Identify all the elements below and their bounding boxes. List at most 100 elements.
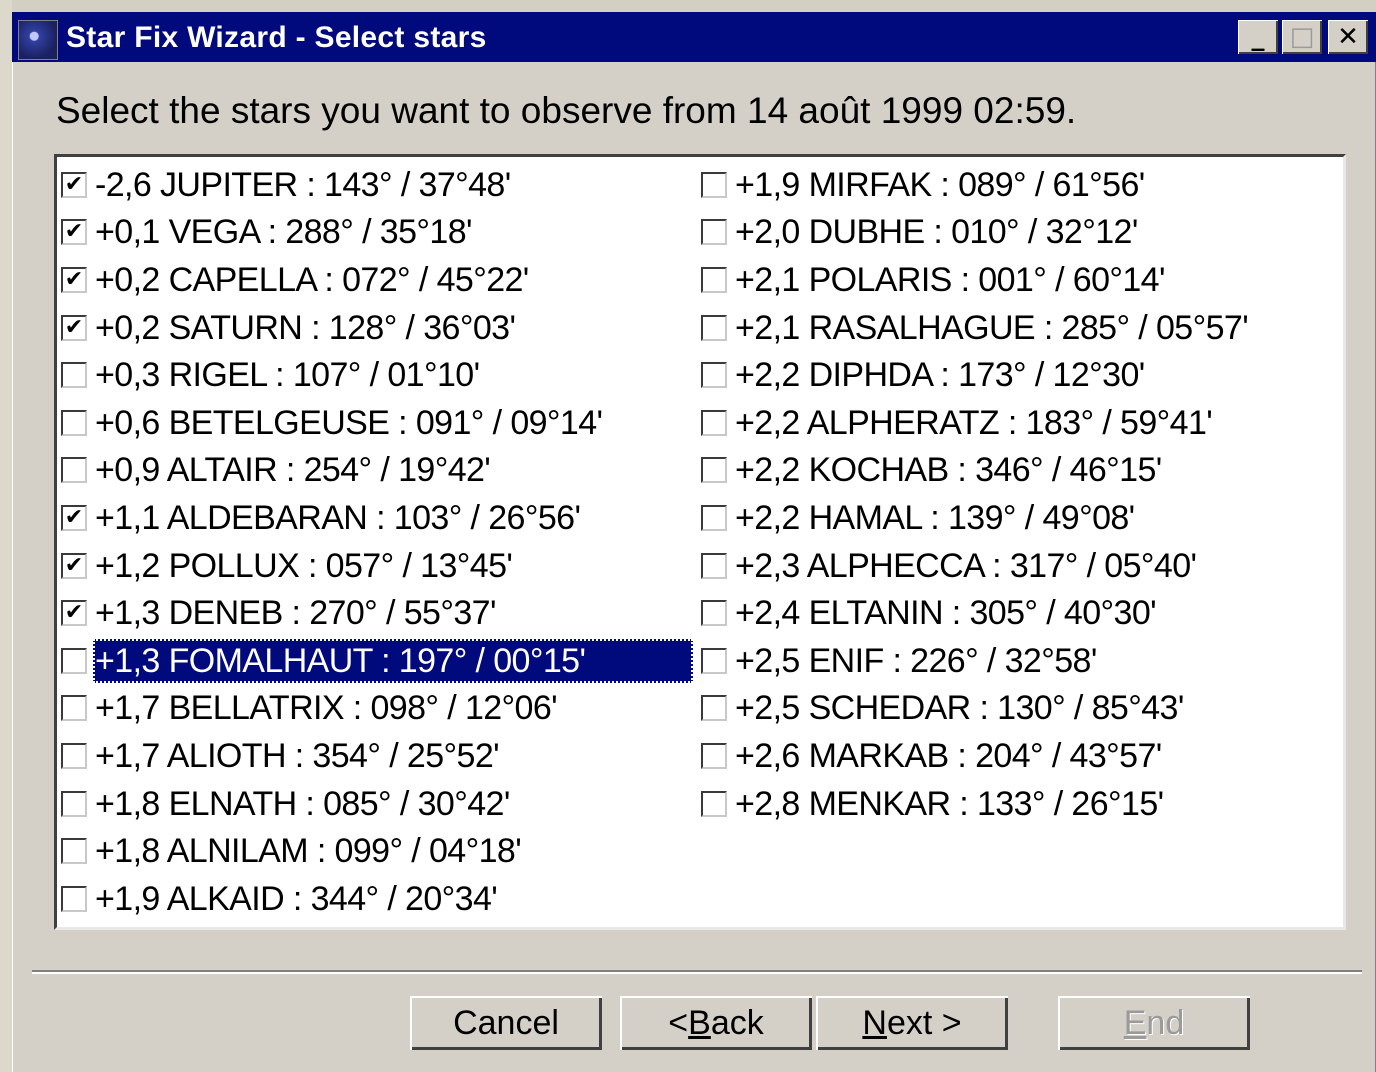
star-label: +2,3 ALPHECCA : 317° / 05°40' [735, 546, 1197, 585]
next-button[interactable]: Next > [816, 996, 1008, 1050]
star-list-item[interactable]: ✔ +1,2 POLLUX : 057° / 13°45' [57, 542, 697, 590]
checkbox-unchecked[interactable] [701, 314, 727, 341]
checkbox-checked[interactable]: ✔ [61, 552, 87, 579]
checkbox-checked[interactable]: ✔ [61, 266, 87, 293]
checkbox-unchecked[interactable] [61, 742, 87, 769]
checkbox-unchecked[interactable] [701, 266, 727, 293]
star-list-item[interactable]: +0,6 BETELGEUSE : 091° / 09°14' [57, 399, 697, 447]
star-label: +0,3 RIGEL : 107° / 01°10' [95, 356, 480, 395]
star-label: +1,9 ALKAID : 344° / 20°34' [95, 879, 498, 918]
star-list-item[interactable]: +1,9 MIRFAK : 089° / 61°56' [697, 161, 1337, 209]
checkbox-checked[interactable]: ✔ [61, 219, 87, 246]
star-label: -2,6 JUPITER : 143° / 37°48' [95, 165, 511, 204]
checkbox-unchecked[interactable] [701, 695, 727, 722]
star-checklist[interactable]: ✔ -2,6 JUPITER : 143° / 37°48' ✔ +0,1 VEGA … [54, 154, 1346, 930]
star-list-item[interactable]: ✔ -2,6 JUPITER : 143° / 37°48' [57, 161, 697, 209]
star-list-item[interactable]: +0,3 RIGEL : 107° / 01°10' [57, 351, 697, 399]
checkbox-checked[interactable]: ✔ [61, 171, 87, 198]
checkmark-icon: ✔ [64, 171, 84, 197]
star-list-item[interactable]: +2,5 ENIF : 226° / 32°58' [697, 637, 1337, 685]
close-button[interactable]: ✕ [1328, 20, 1368, 54]
back-button[interactable]: < Back [620, 996, 812, 1050]
star-label: +1,3 FOMALHAUT : 197° / 00°15' [93, 638, 693, 683]
back-label-mnemonic: B [688, 1003, 711, 1042]
star-column-right: +1,9 MIRFAK : 089° / 61°56' +2,0 DUBHE : … [697, 161, 1337, 827]
checkbox-checked[interactable]: ✔ [61, 504, 87, 531]
minimize-button[interactable]: _ [1238, 20, 1278, 54]
star-label: +1,7 ALIOTH : 354° / 25°52' [95, 736, 500, 775]
checkbox-unchecked[interactable] [61, 457, 87, 484]
checkbox-unchecked[interactable] [61, 790, 87, 817]
wizard-window: Star Fix Wizard - Select stars _ □ ✕ Sel… [12, 12, 1376, 1072]
checkbox-unchecked[interactable] [61, 695, 87, 722]
star-label: +1,8 ALNILAM : 099° / 04°18' [95, 832, 522, 871]
checkmark-icon: ✔ [64, 600, 84, 626]
star-list-item[interactable]: +2,1 RASALHAGUE : 285° / 05°57' [697, 304, 1337, 352]
checkmark-icon: ✔ [64, 219, 84, 245]
checkbox-unchecked[interactable] [61, 647, 87, 674]
star-label: +2,2 KOCHAB : 346° / 46°15' [735, 451, 1162, 490]
checkbox-unchecked[interactable] [61, 409, 87, 436]
star-list-item[interactable]: +1,8 ALNILAM : 099° / 04°18' [57, 827, 697, 875]
star-list-item[interactable]: +2,5 SCHEDAR : 130° / 85°43' [697, 685, 1337, 733]
star-list-item[interactable]: ✔ +1,1 ALDEBARAN : 103° / 26°56' [57, 494, 697, 542]
next-label-rest: ext > [886, 1003, 962, 1042]
star-list-item[interactable]: +2,4 ELTANIN : 305° / 40°30' [697, 589, 1337, 637]
star-list-item[interactable]: +2,3 ALPHECCA : 317° / 05°40' [697, 542, 1337, 590]
checkbox-unchecked[interactable] [61, 362, 87, 389]
checkbox-unchecked[interactable] [701, 742, 727, 769]
checkbox-unchecked[interactable] [701, 552, 727, 579]
checkbox-checked[interactable]: ✔ [61, 314, 87, 341]
star-list-item[interactable]: +2,2 KOCHAB : 346° / 46°15' [697, 447, 1337, 495]
star-chart-icon[interactable] [18, 20, 58, 60]
star-column-left: ✔ -2,6 JUPITER : 143° / 37°48' ✔ +0,1 VEGA … [57, 161, 697, 923]
separator [32, 970, 1362, 974]
star-list-item[interactable]: +2,2 HAMAL : 139° / 49°08' [697, 494, 1337, 542]
star-list-item[interactable]: ✔ +0,2 CAPELLA : 072° / 45°22' [57, 256, 697, 304]
checkbox-unchecked[interactable] [61, 838, 87, 865]
star-list-item[interactable]: +2,2 DIPHDA : 173° / 12°30' [697, 351, 1337, 399]
star-label: +0,2 CAPELLA : 072° / 45°22' [95, 260, 529, 299]
star-list-item[interactable]: ✔ +0,2 SATURN : 128° / 36°03' [57, 304, 697, 352]
end-label-mnemonic: E [1123, 1003, 1147, 1042]
star-label: +2,2 HAMAL : 139° / 49°08' [735, 498, 1135, 537]
star-list-item[interactable]: ✔ +0,1 VEGA : 288° / 35°18' [57, 209, 697, 257]
checkbox-checked[interactable]: ✔ [61, 600, 87, 627]
star-list-item[interactable]: +2,6 MARKAB : 204° / 43°57' [697, 732, 1337, 780]
checkbox-unchecked[interactable] [701, 790, 727, 817]
star-list-item[interactable]: +1,9 ALKAID : 344° / 20°34' [57, 875, 697, 923]
checkbox-unchecked[interactable] [701, 600, 727, 627]
end-button[interactable]: End [1058, 996, 1250, 1050]
checkbox-unchecked[interactable] [701, 362, 727, 389]
maximize-button[interactable]: □ [1282, 20, 1322, 54]
checkbox-unchecked[interactable] [701, 409, 727, 436]
star-label: +2,2 DIPHDA : 173° / 12°30' [735, 356, 1145, 395]
checkbox-unchecked[interactable] [701, 171, 727, 198]
star-label: +2,1 POLARIS : 001° / 60°14' [735, 260, 1165, 299]
checkmark-icon: ✔ [64, 266, 84, 292]
star-list-item[interactable]: +1,8 ELNATH : 085° / 30°42' [57, 780, 697, 828]
next-label-mnemonic: N [862, 1003, 887, 1042]
instruction-text: Select the stars you want to observe fro… [56, 90, 1077, 131]
star-list-item[interactable]: ✔ +1,3 DENEB : 270° / 55°37' [57, 589, 697, 637]
star-label: +2,8 MENKAR : 133° / 26°15' [735, 784, 1164, 823]
star-label: +1,2 POLLUX : 057° / 13°45' [95, 546, 513, 585]
star-list-item[interactable]: +0,9 ALTAIR : 254° / 19°42' [57, 447, 697, 495]
checkbox-unchecked[interactable] [701, 219, 727, 246]
star-list-item[interactable]: +2,2 ALPHERATZ : 183° / 59°41' [697, 399, 1337, 447]
star-list-item[interactable]: +2,0 DUBHE : 010° / 32°12' [697, 209, 1337, 257]
star-list-item[interactable]: +2,1 POLARIS : 001° / 60°14' [697, 256, 1337, 304]
star-list-item[interactable]: +2,8 MENKAR : 133° / 26°15' [697, 780, 1337, 828]
title-bar[interactable]: Star Fix Wizard - Select stars _ □ ✕ [12, 12, 1376, 62]
outer-border [0, 0, 12, 1072]
cancel-button[interactable]: Cancel [410, 996, 602, 1050]
checkbox-unchecked[interactable] [701, 504, 727, 531]
star-list-item[interactable]: +1,7 BELLATRIX : 098° / 12°06' [57, 685, 697, 733]
star-label: +1,8 ELNATH : 085° / 30°42' [95, 784, 510, 823]
checkbox-unchecked[interactable] [701, 647, 727, 674]
checkbox-unchecked[interactable] [701, 457, 727, 484]
checkbox-unchecked[interactable] [61, 885, 87, 912]
star-label: +0,1 VEGA : 288° / 35°18' [95, 213, 473, 252]
star-list-item[interactable]: +1,3 FOMALHAUT : 197° / 00°15' [57, 637, 697, 685]
star-list-item[interactable]: +1,7 ALIOTH : 354° / 25°52' [57, 732, 697, 780]
